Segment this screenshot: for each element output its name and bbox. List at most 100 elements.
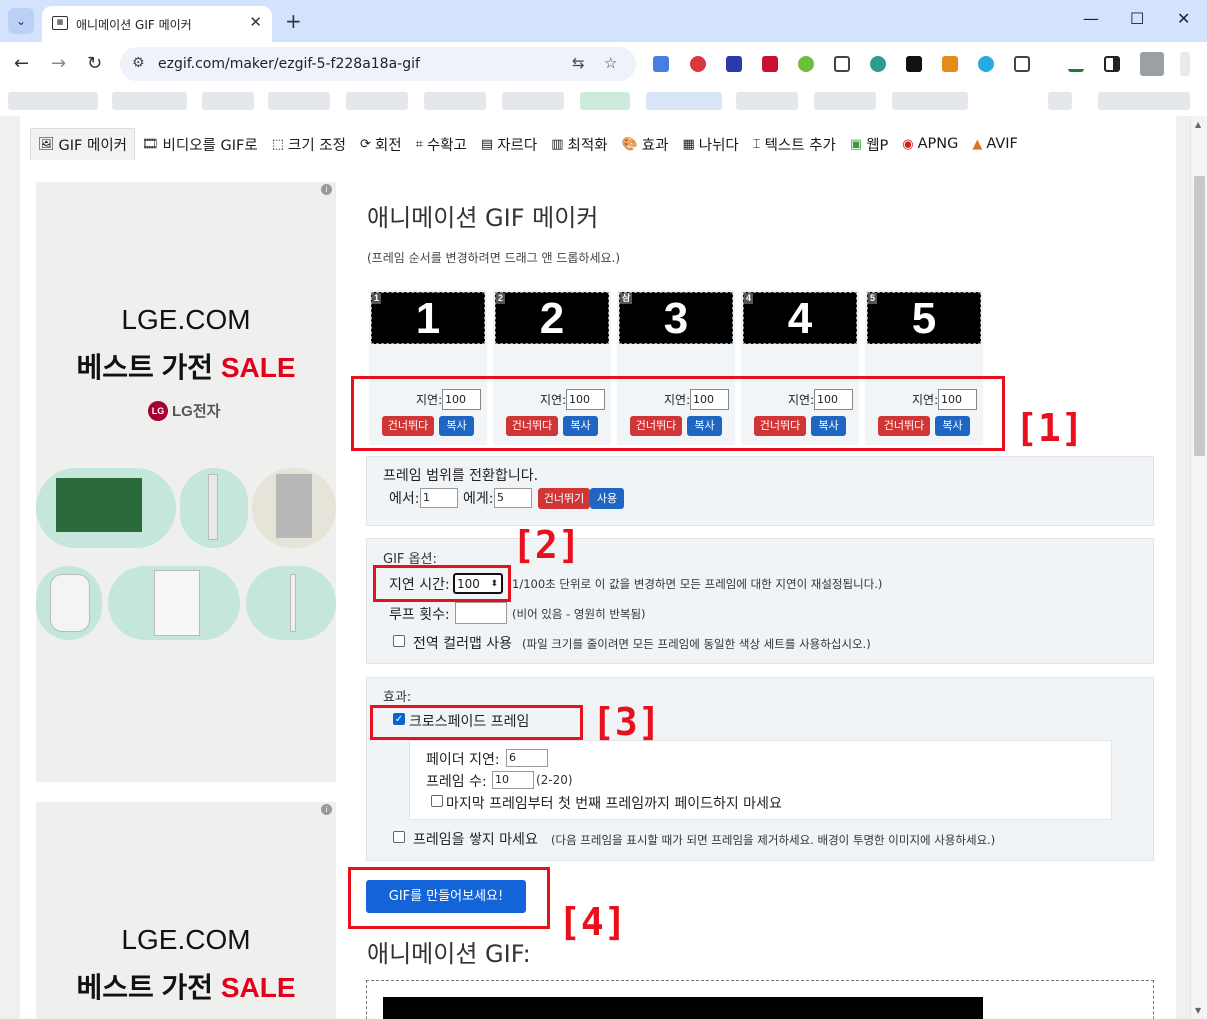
frame-thumbnail[interactable]: 3삼: [619, 292, 733, 344]
fridge-body: [276, 474, 312, 538]
menu-button[interactable]: [1180, 52, 1190, 76]
scroll-up-icon[interactable]: ▲: [1195, 120, 1201, 129]
tool-menu-item[interactable]: ▦ 나뉘다: [675, 128, 745, 160]
maximize-button[interactable]: ☐: [1130, 9, 1144, 28]
close-icon[interactable]: ✕: [249, 13, 262, 31]
pdf-ext-icon[interactable]: [762, 56, 778, 72]
scrollbar[interactable]: ▲ ▼: [1190, 116, 1207, 1019]
frame-thumbnail[interactable]: 55: [867, 292, 981, 344]
tool-menu-item[interactable]: 🎨 효과: [615, 128, 676, 160]
extensions-icon[interactable]: [1014, 56, 1030, 72]
global-colormap-checkbox[interactable]: [393, 635, 405, 647]
tool-menu-item[interactable]: 🎞 비디오를 GIF로: [135, 128, 265, 160]
result-gif-image[interactable]: [383, 997, 983, 1019]
reload-button[interactable]: ↻: [87, 53, 102, 74]
side-panel-icon[interactable]: [1104, 56, 1120, 72]
split-icon: ▦: [682, 136, 695, 152]
ext-black-icon[interactable]: [906, 56, 922, 72]
loop-count-input[interactable]: [455, 602, 507, 624]
fader-delay-label: 페이더 지연:: [426, 752, 500, 768]
ext-green-icon[interactable]: [798, 56, 814, 72]
range-to-input[interactable]: 5: [494, 488, 532, 508]
download-ext-icon[interactable]: [726, 56, 742, 72]
ext-blue-icon[interactable]: [978, 56, 994, 72]
tool-menu-label: 회전: [374, 137, 402, 154]
range-from-input[interactable]: 1: [420, 488, 458, 508]
product-vacuum-image: [180, 468, 248, 548]
minimize-button[interactable]: —: [1083, 9, 1099, 28]
tool-menu-label: APNG: [917, 136, 959, 152]
frame-thumbnail-text: 4: [787, 294, 813, 343]
tool-menu-item[interactable]: ⟳ 회전: [353, 128, 409, 160]
frame-thumbnail[interactable]: 44: [743, 292, 857, 344]
scrollbar-thumb[interactable]: [1194, 176, 1205, 456]
no-last-fade-checkbox[interactable]: [431, 795, 443, 807]
bookmark-item[interactable]: [892, 92, 968, 110]
download-icon[interactable]: [1068, 56, 1084, 72]
advertisement[interactable]: i LGE.COM 베스트 가전 SALE LG LG전자: [36, 182, 336, 782]
translate-ext-icon[interactable]: [653, 56, 669, 72]
tool-menu-label: GIF 메이커: [58, 138, 127, 154]
frame-thumbnail[interactable]: 22: [495, 292, 609, 344]
ext-color-icon[interactable]: [942, 56, 958, 72]
frame-thumbnail[interactable]: 11: [371, 292, 485, 344]
address-bar[interactable]: ⚙ ezgif.com/maker/ezgif-5-f228a18a-gif ⇆…: [120, 47, 636, 81]
site-info-icon[interactable]: ⚙: [132, 55, 145, 71]
tool-menu-item[interactable]: ▥ 최적화: [544, 128, 614, 160]
global-colormap-label: 전역 컬러맵 사용: [413, 636, 513, 652]
avatar[interactable]: [1140, 52, 1164, 76]
forward-button[interactable]: →: [51, 53, 66, 74]
close-window-button[interactable]: ✕: [1177, 9, 1190, 28]
bookmark-item[interactable]: [814, 92, 876, 110]
url-text[interactable]: ezgif.com/maker/ezgif-5-f228a18a-gif: [158, 56, 420, 72]
ad-sale-text: SALE: [220, 352, 296, 383]
fader-delay-input[interactable]: 6: [506, 749, 548, 767]
ad-info-icon[interactable]: i: [321, 184, 332, 195]
bookmark-item[interactable]: [580, 92, 630, 110]
frame-thumbnail-text: 3: [663, 294, 689, 343]
active-tab[interactable]: ▦ 애니메이션 GIF 메이커 ✕: [42, 6, 272, 42]
bookmark-item[interactable]: [736, 92, 798, 110]
ad-subheadline: 베스트 가전 SALE: [36, 346, 336, 386]
translate-icon[interactable]: ⇆: [572, 54, 585, 72]
tool-menu-item[interactable]: ⬚ 크기 조정: [265, 128, 353, 160]
tool-menu-item[interactable]: 🖼 GIF 메이커: [30, 128, 135, 160]
ext-red-icon[interactable]: [690, 56, 706, 72]
tool-menu-item[interactable]: ▣ 웹P: [843, 128, 895, 160]
star-icon[interactable]: ☆: [604, 54, 617, 72]
tab-bar: ⌄ ▦ 애니메이션 GIF 메이커 ✕ + — ☐ ✕: [0, 0, 1207, 42]
tool-menu-item[interactable]: ▤ 자르다: [474, 128, 544, 160]
new-tab-button[interactable]: +: [285, 9, 302, 33]
bookmark-item[interactable]: [646, 92, 722, 110]
range-use-button[interactable]: 사용: [590, 488, 624, 509]
bookmark-item[interactable]: [1098, 92, 1190, 110]
tab-search-button[interactable]: ⌄: [8, 8, 34, 34]
tool-menu-item[interactable]: ▲ AVIF: [965, 128, 1025, 160]
range-skip-button[interactable]: 건너뛰기: [538, 488, 590, 509]
no-stack-checkbox[interactable]: [393, 831, 405, 843]
frame-count-label: 프레임 수:: [426, 774, 487, 790]
bookmark-item[interactable]: [8, 92, 98, 110]
ad-subheadline-text: 베스트 가전: [76, 352, 221, 383]
ext-teal-icon[interactable]: [870, 56, 886, 72]
annotation-label-3: [3]: [592, 700, 661, 744]
tab-favicon-icon: ▦: [52, 16, 68, 30]
frame-count-input[interactable]: 10: [492, 771, 534, 789]
advertisement[interactable]: i LGE.COM 베스트 가전 SALE: [36, 802, 336, 1019]
bookmark-item[interactable]: [202, 92, 254, 110]
bookmark-item[interactable]: [268, 92, 330, 110]
bookmark-item[interactable]: [502, 92, 564, 110]
bookmark-item[interactable]: [346, 92, 408, 110]
frame-thumbnail-text: 5: [911, 294, 937, 343]
tool-menu-item[interactable]: ◉ APNG: [895, 128, 965, 160]
bookmark-icon[interactable]: [834, 56, 850, 72]
tool-menu-item[interactable]: ⌶ 텍스트 추가: [746, 128, 843, 160]
ad-info-icon[interactable]: i: [321, 804, 332, 815]
back-button[interactable]: ←: [14, 53, 29, 74]
scroll-down-icon[interactable]: ▼: [1195, 1006, 1201, 1015]
bookmark-item[interactable]: [424, 92, 486, 110]
bookmark-item[interactable]: [112, 92, 187, 110]
bookmark-item[interactable]: [1048, 92, 1072, 110]
tool-menu-item[interactable]: ⌗ 수확고: [409, 128, 474, 160]
bookmarks-bar: [0, 86, 1207, 116]
